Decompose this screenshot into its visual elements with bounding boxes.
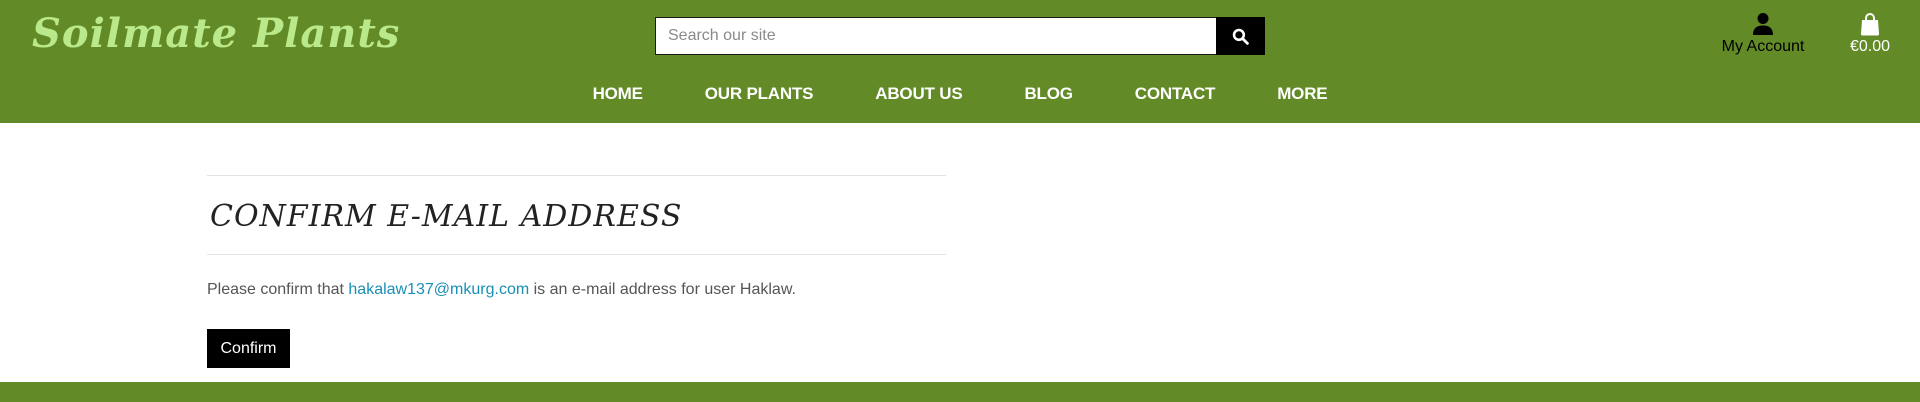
message-suffix: is an e-mail address for user Haklaw. [529,281,796,298]
main-nav: HOME OUR PLANTS ABOUT US BLOG CONTACT MO… [0,84,1920,104]
divider-bottom [207,254,946,255]
nav-item-our-plants[interactable]: OUR PLANTS [674,84,845,104]
nav-item-more[interactable]: MORE [1246,84,1358,104]
nav-item-about-us[interactable]: ABOUT US [844,84,993,104]
confirm-message: Please confirm that hakalaw137@mkurg.com… [207,281,946,299]
site-header: Soilmate Plants My Account €0.00 [0,0,1920,123]
divider-top [207,175,946,176]
nav-item-home[interactable]: HOME [562,84,674,104]
main-content: CONFIRM E-MAIL ADDRESS Please confirm th… [207,175,946,368]
nav-item-contact[interactable]: CONTACT [1104,84,1246,104]
search-button[interactable] [1216,17,1265,55]
cart-link[interactable]: €0.00 [1843,12,1897,56]
confirm-button[interactable]: Confirm [207,329,290,368]
search-input[interactable] [655,17,1216,55]
site-logo[interactable]: Soilmate Plants [32,10,400,57]
my-account-label: My Account [1721,38,1805,55]
page: Soilmate Plants My Account €0.00 [0,0,1920,402]
email-link[interactable]: hakalaw137@mkurg.com [348,281,529,298]
search-icon [1232,28,1249,45]
search-form [655,17,1265,55]
cart-total: €0.00 [1849,38,1891,55]
shopping-bag-icon [1861,13,1879,36]
user-icon [1753,13,1773,35]
nav-item-blog[interactable]: BLOG [993,84,1103,104]
page-title: CONFIRM E-MAIL ADDRESS [210,199,683,234]
footer-bar [0,382,1920,402]
message-prefix: Please confirm that [207,281,349,298]
my-account-link[interactable]: My Account [1715,12,1811,56]
